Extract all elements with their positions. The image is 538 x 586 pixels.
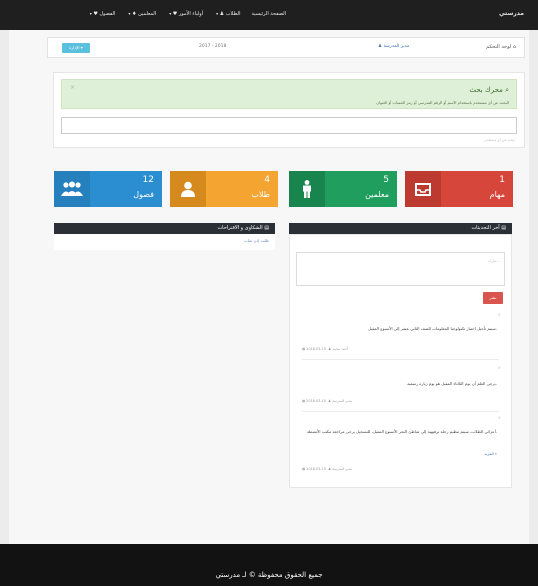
stat-card-tasks[interactable]: 1 مهام bbox=[405, 171, 513, 207]
stat-label: فصول bbox=[133, 190, 154, 199]
complaints-panel: طلب إذن غياب bbox=[54, 234, 275, 250]
caret-down-icon: ▾ bbox=[89, 11, 92, 16]
search-panel: × محرك بحث ⌕ البحث عن أي مستخدم باستخدام… bbox=[53, 72, 525, 148]
manage-button[interactable]: الإدارة ▾ bbox=[62, 43, 90, 53]
post-button[interactable]: نشر bbox=[483, 292, 503, 304]
stat-value: 1 bbox=[499, 175, 505, 185]
search-icon: ⌕ bbox=[505, 86, 509, 94]
brand-logo[interactable]: مدرستي bbox=[499, 10, 524, 17]
calendar-icon: ▦ bbox=[302, 399, 306, 403]
search-hint: ابحث عن أي مستخدم bbox=[484, 138, 515, 142]
list-icon: ▤ bbox=[264, 225, 269, 231]
complaints-panel-header: الشكاوى و الاقتراحات ▤ bbox=[54, 223, 275, 234]
update-post: × يرجى العلم أن يوم الثلاثاء المقبل هو ي… bbox=[296, 365, 505, 415]
user-icon: ♟ bbox=[328, 347, 332, 351]
user-icon bbox=[170, 171, 206, 207]
search-alert: × محرك بحث ⌕ البحث عن أي مستخدم باستخدام… bbox=[61, 79, 517, 109]
close-icon[interactable]: × bbox=[498, 312, 501, 317]
inbox-icon bbox=[405, 171, 441, 207]
close-icon[interactable]: × bbox=[498, 415, 501, 420]
nav-students[interactable]: ▾ ♟ الطلاب bbox=[214, 11, 240, 17]
divider bbox=[302, 359, 499, 360]
updates-panel: شارك... نشر × سيتم تأجيل اختبار تكنولوجي… bbox=[289, 234, 512, 488]
stat-label: معلمين bbox=[365, 190, 389, 199]
stat-card-students[interactable]: 4 طلاب bbox=[170, 171, 278, 207]
footer: جميع الحقوق محفوظة © لـ مدرستي bbox=[0, 544, 538, 586]
search-title: محرك بحث ⌕ bbox=[469, 86, 509, 94]
person-icon: ♦ bbox=[132, 11, 137, 17]
post-text: يرجى العلم أن يوم الثلاثاء المقبل هو يوم… bbox=[407, 381, 497, 386]
breadcrumb: الإدارة ▾ 2017 - 2018 ♟ مدير المدرسة لوح… bbox=[47, 37, 525, 58]
stat-card-teachers[interactable]: 5 معلمين bbox=[289, 171, 397, 207]
caret-down-icon: ▾ bbox=[128, 11, 131, 16]
user-icon: ♟ bbox=[328, 399, 332, 403]
post-textarea[interactable]: شارك... bbox=[296, 252, 505, 286]
nav-parents[interactable]: ▾ ♥ أولياء الأمور bbox=[167, 11, 203, 17]
dashboard-icon: ⌂ bbox=[512, 44, 516, 50]
stat-value: 4 bbox=[264, 175, 270, 185]
person-icon bbox=[289, 171, 325, 207]
main-nav: الصفحة الرئيسية ▾ ♟ الطلاب ▾ ♥ أولياء ال… bbox=[88, 11, 286, 17]
list-icon: ▤ bbox=[501, 225, 506, 231]
user-icon: ♟ bbox=[378, 44, 383, 49]
absence-request-link[interactable]: طلب إذن غياب bbox=[244, 238, 269, 243]
breadcrumb-dashboard[interactable]: لوحة التحكم ⌂ bbox=[486, 44, 516, 50]
close-icon[interactable]: × bbox=[498, 365, 501, 370]
post-meta: ▦ 2018-03-10 ♟ مدير المدرسة bbox=[302, 467, 352, 471]
group-icon bbox=[54, 171, 90, 207]
post-text: أعزائي الطلاب، سيتم تنظيم رحلة ترفيهية إ… bbox=[306, 429, 497, 434]
divider bbox=[302, 411, 499, 412]
stat-label: طلاب bbox=[251, 190, 270, 199]
calendar-icon: ▦ bbox=[302, 467, 306, 471]
updates-panel-header: آخر التحديثات ▤ bbox=[289, 223, 512, 234]
top-navbar: مدرستي الصفحة الرئيسية ▾ ♟ الطلاب ▾ ♥ أو… bbox=[0, 0, 538, 30]
read-more-link[interactable]: المزيد » bbox=[485, 452, 497, 456]
breadcrumb-school-admin[interactable]: ♟ مدير المدرسة bbox=[378, 44, 409, 49]
post-meta: ▦ 2018-03-10 ♟ مدير المدرسة bbox=[302, 399, 352, 403]
stat-value: 12 bbox=[142, 175, 154, 185]
stat-value: 5 bbox=[383, 175, 389, 185]
stat-label: مهام bbox=[489, 190, 505, 199]
stat-card-classes[interactable]: 12 فصول bbox=[54, 171, 162, 207]
copyright-text: جميع الحقوق محفوظة © لـ مدرستي bbox=[215, 571, 323, 579]
post-text: سيتم تأجيل اختبار تكنولوجيا المعلومات لل… bbox=[368, 326, 497, 331]
post-placeholder: شارك... bbox=[488, 259, 500, 263]
search-description: البحث عن أي مستخدم باستخدام الاسم أو الر… bbox=[376, 100, 509, 105]
nav-teachers[interactable]: ▾ ♦ المعلمين bbox=[126, 11, 156, 17]
update-post: × سيتم تأجيل اختبار تكنولوجيا المعلومات … bbox=[296, 312, 505, 364]
update-post: × أعزائي الطلاب، سيتم تنظيم رحلة ترفيهية… bbox=[296, 415, 505, 475]
post-meta: ▦ 2018-03-10 ♟ أحمد محمد bbox=[302, 347, 348, 351]
academic-year: 2017 - 2018 bbox=[199, 44, 227, 49]
close-icon[interactable]: × bbox=[70, 84, 75, 91]
heart-icon: ♥ bbox=[172, 11, 178, 17]
calendar-icon: ▦ bbox=[302, 347, 306, 351]
heart-icon: ♥ bbox=[93, 11, 98, 17]
caret-down-icon: ▾ bbox=[216, 11, 219, 16]
user-icon: ♟ bbox=[219, 11, 225, 17]
user-icon: ♟ bbox=[328, 467, 332, 471]
search-input[interactable] bbox=[61, 117, 517, 134]
caret-down-icon: ▾ bbox=[169, 11, 172, 16]
nav-classes[interactable]: ▾ ♥ الفصول bbox=[88, 11, 116, 17]
nav-home[interactable]: الصفحة الرئيسية bbox=[252, 11, 287, 17]
